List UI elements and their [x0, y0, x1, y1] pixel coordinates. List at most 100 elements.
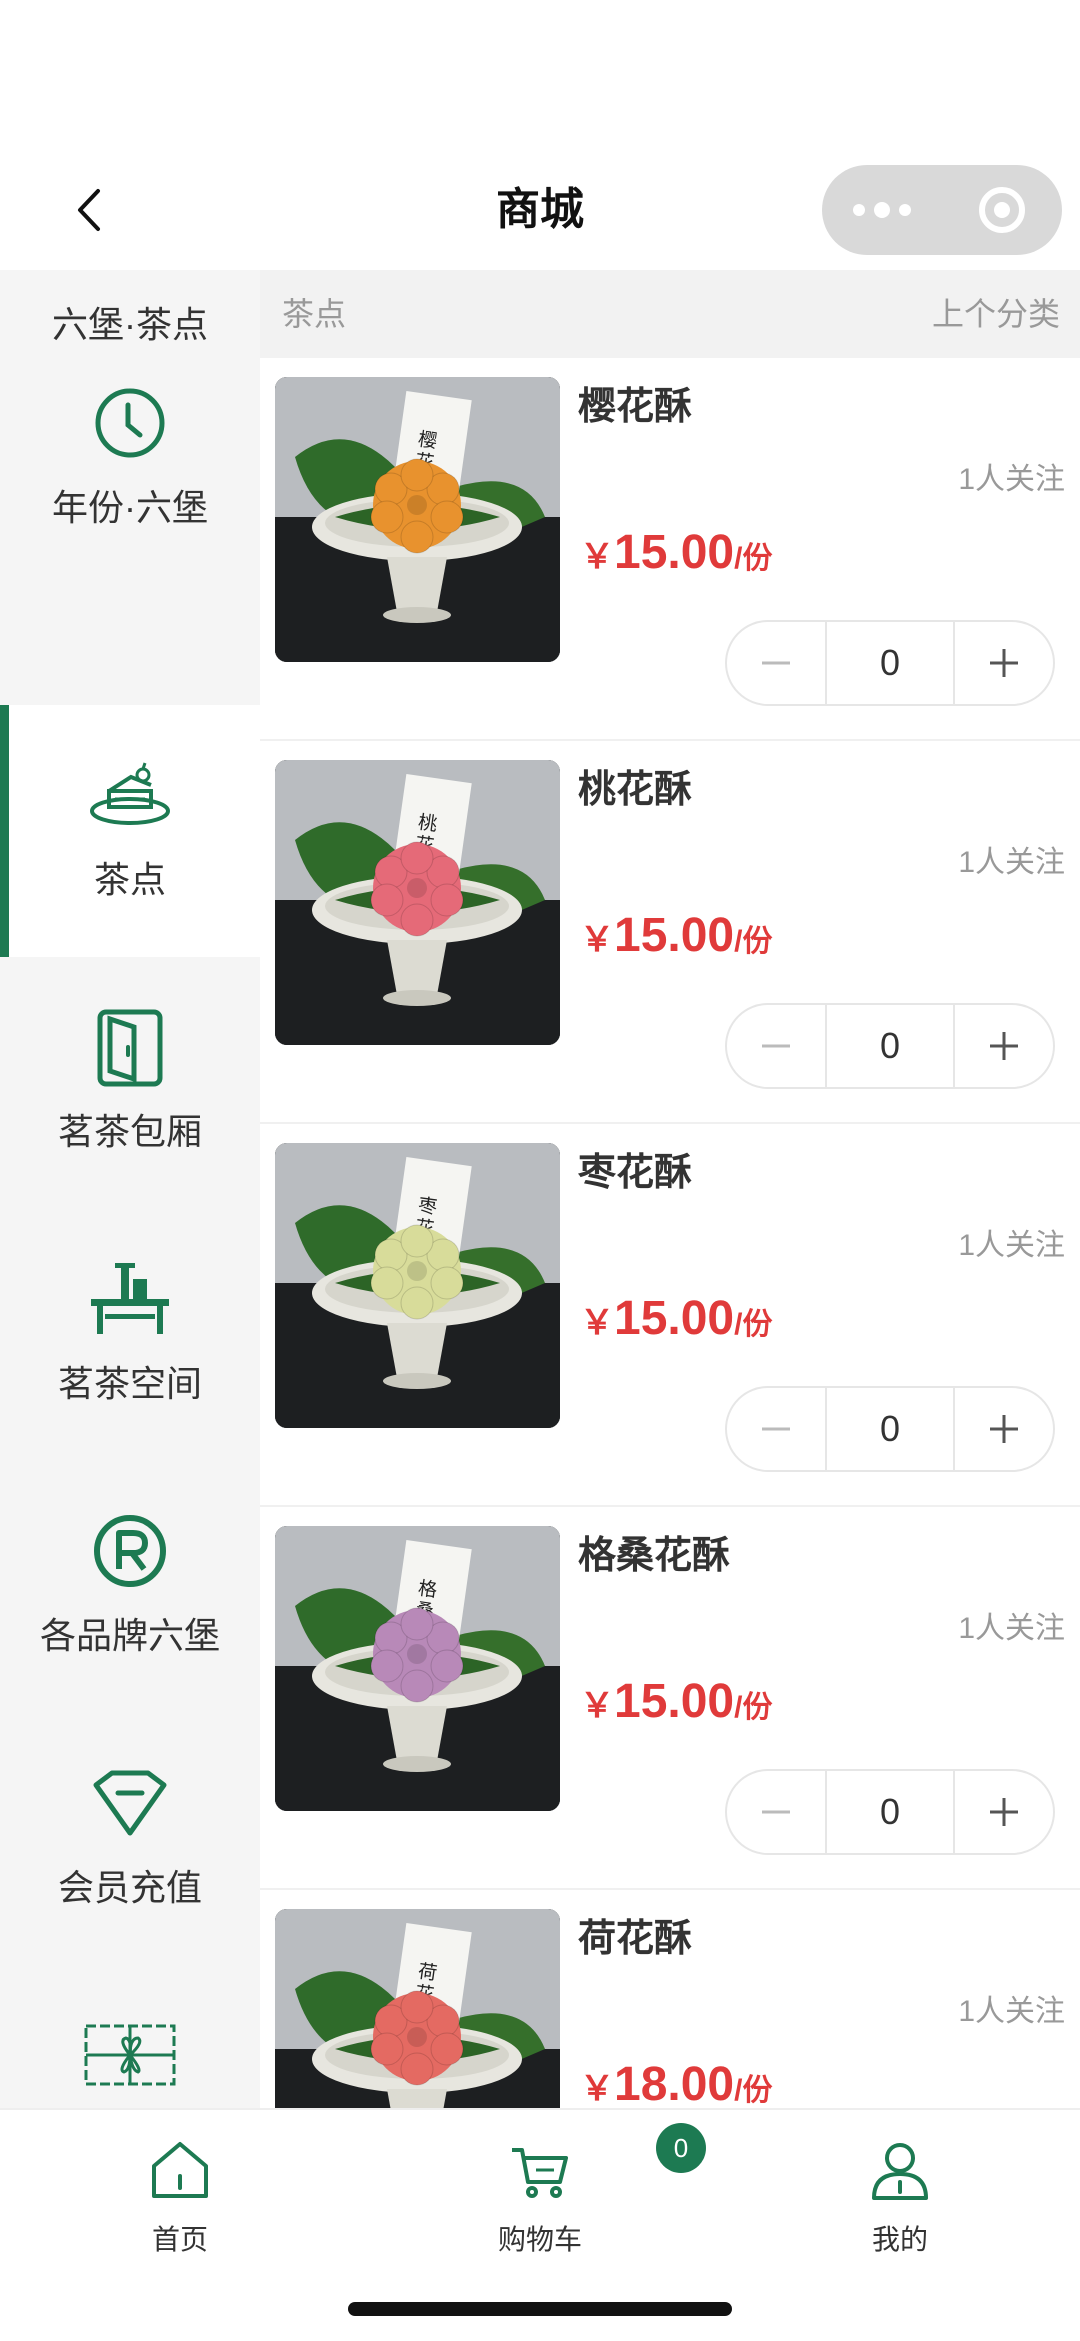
price-unit: /份 — [734, 1691, 773, 1724]
category-sidebar[interactable]: 六堡·茶点 年份·六堡 茶点 茗茶包厢 茗茶空间 各品牌六堡 会员充值 — [0, 270, 260, 2108]
price-value: 15.00 — [614, 1292, 735, 1345]
tab-label: 我的 — [871, 2224, 928, 2255]
price-value: 15.00 — [614, 1675, 735, 1728]
product-price: ￥15.00/份 — [580, 1284, 772, 1365]
price-value: 15.00 — [614, 526, 735, 579]
diamond-icon — [0, 1758, 260, 1848]
increase-button[interactable] — [955, 1388, 1053, 1470]
increase-button[interactable] — [955, 622, 1053, 704]
sidebar-item-year-liubao[interactable]: 年份·六堡 — [0, 333, 260, 585]
home-icon — [80, 2130, 280, 2210]
follow-count: 1人关注 — [958, 846, 1065, 879]
decrease-button[interactable] — [727, 1005, 825, 1087]
minus-icon — [762, 661, 790, 665]
increase-button[interactable] — [955, 1005, 1053, 1087]
product-card[interactable]: 格桑花酥 格桑花酥 1人关注 — [260, 1507, 1080, 1890]
product-price: ￥15.00/份 — [580, 518, 772, 599]
price-value: 18.00 — [614, 2058, 735, 2108]
quantity-value[interactable]: 0 — [825, 1388, 955, 1470]
minus-icon — [762, 1810, 790, 1814]
more-dot-icon — [853, 204, 865, 216]
decrease-button[interactable] — [727, 1388, 825, 1470]
more-dot-icon — [874, 202, 890, 218]
product-card[interactable]: 荷花酥 荷花酥 1人关注 ￥ — [260, 1890, 1080, 2108]
tab-home[interactable]: 首页 — [80, 2120, 280, 2270]
product-price: ￥15.00/份 — [580, 901, 772, 982]
product-thumbnail[interactable]: 樱花酥 — [275, 377, 560, 662]
sidebar-item-label: 各品牌六堡 — [39, 1615, 220, 1656]
decrease-button[interactable] — [727, 1771, 825, 1853]
table-icon — [0, 1254, 260, 1344]
tab-mine[interactable]: 我的 — [800, 2120, 1000, 2270]
follow-count: 1人关注 — [958, 463, 1065, 496]
price-unit: /份 — [734, 542, 773, 575]
product-price: ￥15.00/份 — [580, 1667, 772, 1748]
sidebar-item-gift[interactable] — [0, 1965, 260, 2108]
quantity-value[interactable]: 0 — [825, 1771, 955, 1853]
clock-icon — [0, 378, 260, 468]
sidebar-item-tea-space[interactable]: 茗茶空间 — [0, 1209, 260, 1461]
door-icon — [0, 1002, 260, 1092]
current-category-label: 茶点 — [282, 296, 347, 332]
price-unit: /份 — [734, 925, 773, 958]
sidebar-item-tea-room[interactable]: 茗茶包厢 — [0, 957, 260, 1209]
price-unit: /份 — [734, 2074, 773, 2107]
plus-icon — [990, 1798, 1018, 1826]
tab-cart[interactable]: 购物车 — [440, 2120, 640, 2270]
previous-category-link[interactable]: 上个分类 — [932, 290, 1060, 338]
currency-symbol: ￥ — [580, 1687, 614, 1725]
sidebar-item-label: 年份·六堡 — [52, 487, 208, 528]
product-card[interactable]: 樱花酥 樱花酥 1人关注 ￥ — [260, 358, 1080, 741]
quantity-stepper: 0 — [725, 1003, 1055, 1089]
sidebar-item-tea-snacks[interactable]: 茶点 — [0, 705, 260, 957]
product-name[interactable]: 格桑花酥 — [578, 1529, 730, 1583]
product-name[interactable]: 荷花酥 — [578, 1912, 692, 1966]
product-name[interactable]: 樱花酥 — [578, 380, 692, 434]
currency-symbol: ￥ — [580, 2070, 614, 2108]
quantity-value[interactable]: 0 — [825, 1005, 955, 1087]
decrease-button[interactable] — [727, 622, 825, 704]
follow-count: 1人关注 — [958, 1612, 1065, 1645]
teacup-icon — [0, 270, 260, 285]
sidebar-item-label: 茶点 — [93, 859, 166, 900]
plus-icon — [990, 1032, 1018, 1060]
svg-text:荷: 荷 — [417, 1960, 439, 1984]
product-card[interactable]: 桃花酥 桃花酥 1人关注 ￥ — [260, 741, 1080, 1124]
quantity-stepper: 0 — [725, 1769, 1055, 1855]
close-miniprogram-button[interactable] — [942, 165, 1062, 255]
sidebar-item-member-recharge[interactable]: 会员充值 — [0, 1713, 260, 1965]
cart-icon — [440, 2130, 640, 2210]
page: 商城 六堡·茶点 年份·六堡 茶点 茗茶包厢 茗茶空间 各品牌六堡 会员充值 茶… — [0, 0, 1080, 2341]
product-thumbnail[interactable]: 枣花酥 — [275, 1143, 560, 1428]
category-header: 茶点 上个分类 — [260, 270, 1080, 358]
currency-symbol: ￥ — [580, 538, 614, 576]
miniprogram-capsule — [822, 165, 1062, 255]
currency-symbol: ￥ — [580, 921, 614, 959]
tab-label: 首页 — [151, 2224, 208, 2255]
product-card[interactable]: 枣花酥 枣花酥 1人关注 ￥ — [260, 1124, 1080, 1507]
product-name[interactable]: 枣花酥 — [578, 1146, 692, 1200]
svg-text:枣: 枣 — [417, 1194, 439, 1218]
quantity-value[interactable]: 0 — [825, 622, 955, 704]
sidebar-item-label: 茗茶空间 — [57, 1363, 202, 1404]
registered-icon — [0, 1506, 260, 1596]
more-button[interactable] — [822, 165, 942, 255]
product-thumbnail[interactable]: 桃花酥 — [275, 760, 560, 1045]
target-icon — [979, 187, 1025, 233]
more-dot-icon — [899, 204, 911, 216]
nav-header: 商城 — [0, 150, 1080, 270]
follow-count: 1人关注 — [958, 1995, 1065, 2028]
product-list-panel[interactable]: 茶点 上个分类 樱花酥 — [260, 270, 1080, 2108]
product-thumbnail[interactable]: 荷花酥 — [275, 1909, 560, 2108]
follow-count: 1人关注 — [958, 1229, 1065, 1262]
product-name[interactable]: 桃花酥 — [578, 763, 692, 817]
sidebar-item-brand-liubao[interactable]: 各品牌六堡 — [0, 1461, 260, 1713]
gift-card-icon — [0, 2010, 260, 2100]
user-icon — [800, 2130, 1000, 2210]
plus-icon — [990, 1415, 1018, 1443]
minus-icon — [762, 1427, 790, 1431]
svg-text:樱: 樱 — [417, 428, 439, 452]
product-thumbnail[interactable]: 格桑花酥 — [275, 1526, 560, 1811]
minus-icon — [762, 1044, 790, 1048]
increase-button[interactable] — [955, 1771, 1053, 1853]
